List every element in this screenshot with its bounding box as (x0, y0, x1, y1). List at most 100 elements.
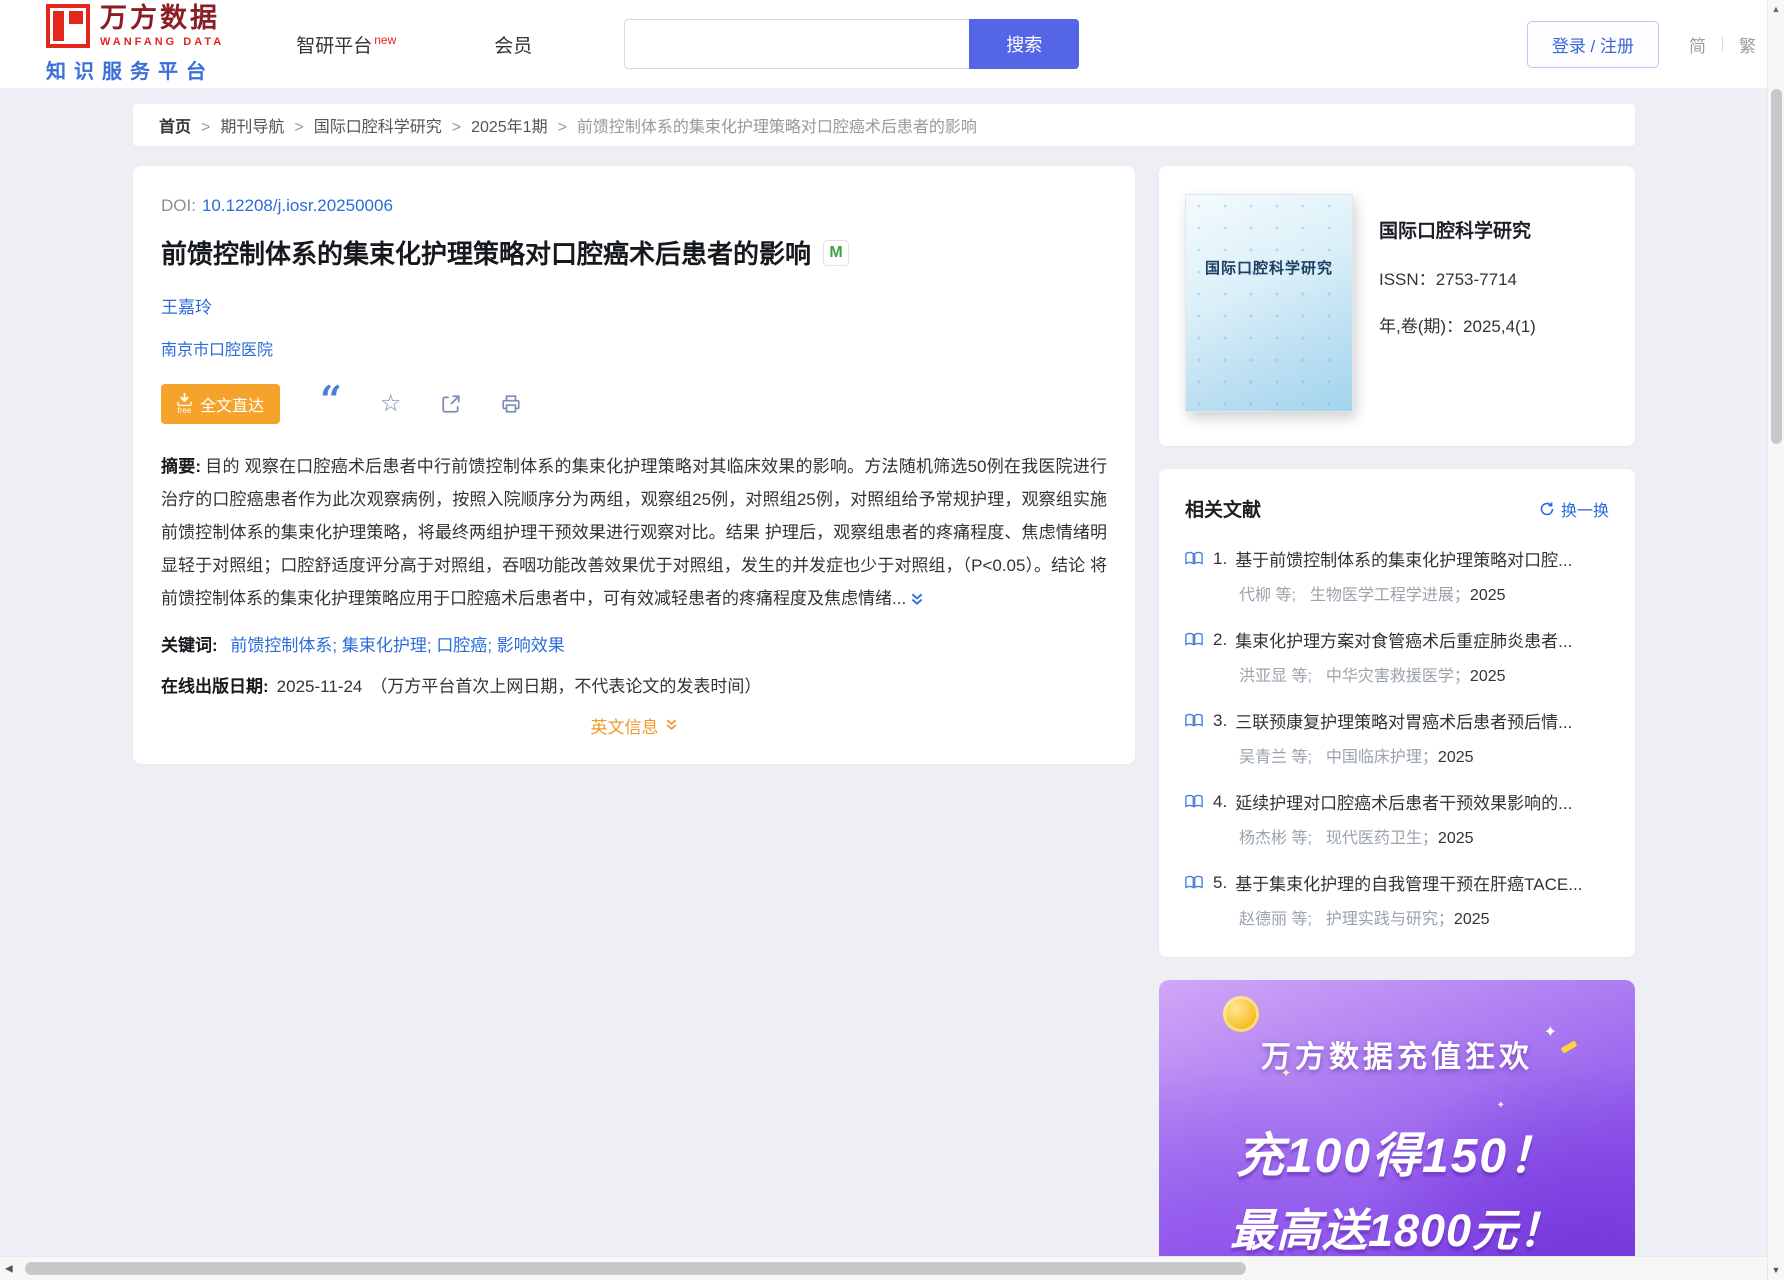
related-item-title[interactable]: 延续护理对口腔癌术后患者干预效果影响的... (1235, 789, 1572, 814)
affiliation-line: 南京市口腔医院 (161, 336, 1107, 360)
journal-cover[interactable]: 国际口腔科学研究 (1185, 194, 1353, 412)
refresh-label: 换一换 (1561, 497, 1609, 521)
breadcrumb-home[interactable]: 首页 (159, 113, 191, 137)
related-item-number: 3. (1213, 711, 1227, 731)
share-icon[interactable] (441, 394, 461, 414)
related-item-journal: 现代医药卫生； (1326, 830, 1438, 847)
download-icon: free (177, 393, 192, 415)
wanfang-logo[interactable]: 万方数据 WANFANG DATA 知识服务平台 (46, 4, 224, 84)
book-icon (1185, 875, 1203, 890)
promo-banner[interactable]: ✦ ✦ ✦ 万方数据充值狂欢 充100得150！ 最高送1800元！ (1159, 980, 1635, 1280)
related-list: 1. 基于前馈控制体系的集束化护理策略对口腔... 代柳 等; 生物医学工程学进展… (1185, 546, 1609, 929)
print-icon[interactable] (501, 394, 521, 414)
medline-badge: M (823, 240, 849, 266)
fulltext-label: 全文直达 (200, 392, 264, 416)
issn-value: 2753-7714 (1436, 270, 1517, 289)
author-line: 王嘉玲 (161, 293, 1107, 318)
article-card: DOI:10.12208/j.iosr.20250006 前馈控制体系的集束化护… (133, 166, 1135, 764)
journal-volume-row: 年,卷(期)：2025,4(1) (1379, 312, 1536, 337)
journal-issn-row: ISSN：2753-7714 (1379, 265, 1536, 290)
related-item-title[interactable]: 三联预康复护理策略对胃癌术后患者预后情... (1235, 708, 1572, 733)
keyword-link-3[interactable]: 口腔癌 (436, 636, 496, 655)
related-item-authors: 洪亚显 等; (1239, 668, 1312, 685)
search-input[interactable] (624, 19, 969, 69)
login-register-button[interactable]: 登录 / 注册 (1527, 21, 1659, 68)
nav-item-member-label: 会员 (494, 36, 532, 57)
related-title: 相关文献 (1185, 495, 1261, 522)
horizontal-scrollbar-thumb[interactable] (25, 1262, 1246, 1275)
refresh-icon (1539, 501, 1555, 517)
scroll-down-arrow[interactable]: ▼ (1768, 1265, 1784, 1275)
related-item-number: 1. (1213, 549, 1227, 569)
related-item-title[interactable]: 基于前馈控制体系的集束化护理策略对口腔... (1235, 546, 1572, 571)
article-title-row: 前馈控制体系的集束化护理策略对口腔癌术后患者的影响 M (161, 234, 1107, 271)
scroll-left-arrow[interactable]: ◀ (5, 1263, 13, 1274)
journal-name[interactable]: 国际口腔科学研究 (1379, 216, 1536, 243)
content-area: DOI:10.12208/j.iosr.20250006 前馈控制体系的集束化护… (133, 166, 1784, 1280)
keywords-label: 关键词: (161, 636, 218, 655)
english-info-toggle[interactable]: 英文信息 (161, 713, 1107, 738)
breadcrumb-journal-nav[interactable]: 期刊导航 (191, 113, 284, 137)
horizontal-scrollbar: ◀ (0, 1256, 1767, 1280)
journal-info: 国际口腔科学研究 ISSN：2753-7714 年,卷(期)：2025,4(1) (1379, 194, 1536, 412)
favorite-star-icon[interactable]: ☆ (380, 392, 402, 416)
related-item-number: 4. (1213, 792, 1227, 812)
lang-simplified[interactable]: 简 (1689, 32, 1706, 57)
search-button[interactable]: 搜索 (969, 19, 1079, 69)
related-item-journal: 中国临床护理； (1326, 749, 1438, 766)
related-item-authors: 吴青兰 等; (1239, 749, 1312, 766)
promo-offer-2: 最高送1800元！ (1159, 1194, 1635, 1259)
related-item-authors: 赵德丽 等; (1239, 911, 1312, 928)
related-item: 1. 基于前馈控制体系的集束化护理策略对口腔... 代柳 等; 生物医学工程学进展… (1185, 546, 1609, 605)
refresh-button[interactable]: 换一换 (1539, 497, 1609, 521)
abstract: 摘要:目的 观察在口腔癌术后患者中行前馈控制体系的集束化护理策略对其临床效果的影… (161, 450, 1107, 617)
keyword-link-1[interactable]: 前馈控制体系 (230, 636, 341, 655)
scroll-up-arrow[interactable]: ▲ (1768, 4, 1784, 14)
sparkle-icon: ✦ (1497, 1100, 1505, 1111)
volume-label: 年,卷(期)： (1379, 317, 1463, 336)
keyword-link-4[interactable]: 影响效果 (497, 636, 565, 655)
expand-abstract-icon[interactable] (910, 584, 924, 617)
related-item-title[interactable]: 基于集束化护理的自我管理干预在肝癌TACE... (1235, 870, 1582, 895)
related-header: 相关文献 换一换 (1185, 495, 1609, 522)
vertical-scrollbar-thumb[interactable] (1771, 89, 1782, 444)
abstract-text: 目的 观察在口腔癌术后患者中行前馈控制体系的集束化护理策略对其临床效果的影响。方… (161, 457, 1107, 608)
brand-tagline: 知识服务平台 (46, 55, 224, 84)
related-item-title[interactable]: 集束化护理方案对食管癌术后重症肺炎患者... (1235, 627, 1572, 652)
pubdate-line: 在线出版日期: 2025-11-24 （万方平台首次上网日期，不代表论文的发表时间） (161, 672, 1107, 697)
affiliation-link[interactable]: 南京市口腔医院 (161, 342, 273, 359)
related-item-journal: 护理实践与研究； (1326, 911, 1454, 928)
search-bar: 搜索 (624, 19, 1079, 69)
pubdate-label: 在线出版日期: (161, 677, 269, 696)
doi-link[interactable]: 10.12208/j.iosr.20250006 (202, 196, 393, 215)
action-toolbar: free 全文直达 “ ☆ (161, 384, 1107, 424)
sparkle-icon: ✦ (1544, 1022, 1557, 1042)
cite-quote-icon[interactable]: “ (320, 393, 340, 415)
related-item: 5. 基于集束化护理的自我管理干预在肝癌TACE... 赵德丽 等; 护理实践与研… (1185, 870, 1609, 929)
book-icon (1185, 632, 1203, 647)
book-icon (1185, 713, 1203, 728)
related-item-year: 2025 (1438, 749, 1474, 766)
nav-item-member[interactable]: 会员 (494, 31, 532, 58)
journal-card: 国际口腔科学研究 国际口腔科学研究 ISSN：2753-7714 年,卷(期)：… (1159, 166, 1635, 446)
nav-item-zhiyan[interactable]: 智研平台new (296, 31, 396, 58)
keyword-link-2[interactable]: 集束化护理 (342, 636, 436, 655)
coin-icon (1223, 996, 1259, 1032)
related-item-year: 2025 (1438, 830, 1474, 847)
related-item-number: 5. (1213, 873, 1227, 893)
new-badge: new (374, 33, 396, 47)
breadcrumb-issue[interactable]: 2025年1期 (442, 113, 548, 137)
breadcrumb-journal[interactable]: 国际口腔科学研究 (284, 113, 441, 137)
lang-traditional[interactable]: 繁 (1739, 32, 1756, 57)
pubdate-note: （万方平台首次上网日期，不代表论文的发表时间） (370, 677, 761, 696)
related-item-journal: 生物医学工程学进展； (1310, 587, 1470, 604)
related-item-year: 2025 (1470, 668, 1506, 685)
related-item-authors: 代柳 等; (1239, 587, 1296, 604)
sidebar: 国际口腔科学研究 国际口腔科学研究 ISSN：2753-7714 年,卷(期)：… (1159, 166, 1635, 1280)
author-link[interactable]: 王嘉玲 (161, 298, 212, 317)
vertical-scrollbar: ▲ ▼ (1767, 0, 1784, 1280)
volume-value: 2025,4(1) (1463, 317, 1536, 336)
keywords-line: 关键词: 前馈控制体系 集束化护理 口腔癌 影响效果 (161, 631, 1107, 656)
fulltext-button[interactable]: free 全文直达 (161, 384, 280, 424)
pubdate: 2025-11-24 (277, 677, 363, 696)
